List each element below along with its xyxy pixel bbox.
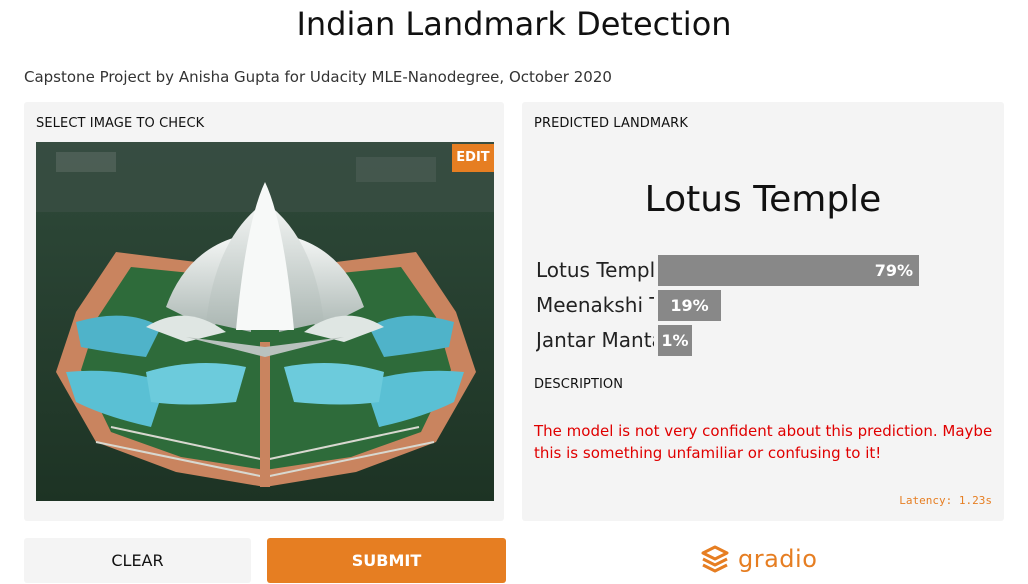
output-panel: PREDICTED LANDMARK Lotus Temple Lotus Te… — [522, 102, 1004, 521]
gradio-brand-name: gradio — [738, 545, 818, 573]
confidence-percent: 1% — [661, 331, 689, 350]
confidence-bar: 19% — [658, 290, 721, 321]
gradio-brand[interactable]: gradio — [700, 540, 817, 578]
input-panel-label: SELECT IMAGE TO CHECK — [36, 116, 205, 131]
submit-button[interactable]: SUBMIT — [267, 538, 506, 583]
confidence-bar: 79% — [658, 255, 919, 286]
gradio-logo-icon — [701, 545, 729, 573]
page-subtitle: Capstone Project by Anisha Gupta for Uda… — [24, 68, 612, 86]
predicted-landmark: Lotus Temple — [644, 179, 882, 220]
confidence-label: Meenakshi Temple — [536, 293, 654, 317]
lotus-temple-image — [36, 142, 494, 501]
description-text: The model is not very confident about th… — [534, 422, 993, 462]
input-image[interactable]: EDIT — [36, 142, 494, 501]
latency-readout: Latency: 1.23s — [899, 494, 992, 507]
confidence-label: Jantar Mantar — [536, 328, 654, 352]
confidence-row: Lotus Temple 79% — [536, 255, 996, 286]
confidence-row: Jantar Mantar 1% — [536, 325, 996, 356]
confidence-percent: 19% — [670, 296, 709, 315]
output-panel-label: PREDICTED LANDMARK — [534, 116, 688, 131]
edit-button[interactable]: EDIT — [452, 144, 494, 172]
confidence-percent: 79% — [874, 261, 913, 280]
description-label: DESCRIPTION — [534, 377, 624, 392]
page-title: Indian Landmark Detection — [296, 5, 732, 43]
confidence-bar: 1% — [658, 325, 692, 356]
input-panel: SELECT IMAGE TO CHECK EDIT — [24, 102, 504, 521]
clear-button[interactable]: CLEAR — [24, 538, 251, 583]
confidence-row: Meenakshi Temple 19% — [536, 290, 996, 321]
confidence-label: Lotus Temple — [536, 258, 654, 282]
